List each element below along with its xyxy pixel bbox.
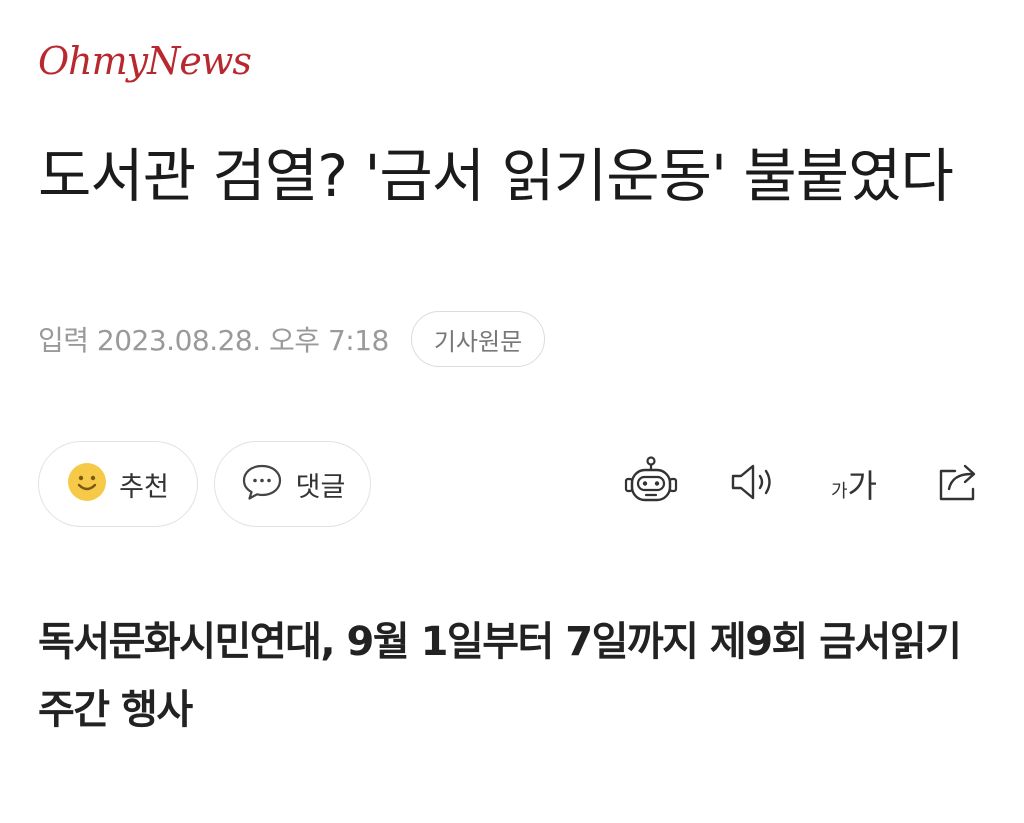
ohmynews-logo[interactable]: OhmyNews [38,42,252,80]
listen-button[interactable] [724,456,780,512]
share-button[interactable] [930,456,988,512]
speaker-icon [727,460,777,508]
comment-label: 댓글 [295,471,346,503]
comment-button[interactable]: 댓글 [214,441,371,527]
font-size-large-glyph: 가 [847,467,877,505]
font-size-small-glyph: 가 [830,481,848,502]
article-headline: 도서관 검열? '금서 읽기운동' 불붙였다 [38,142,954,210]
original-article-label: 기사원문 [433,327,523,356]
robot-icon [622,455,680,513]
published-timestamp: 입력 2023.08.28. 오후 7:18 [38,324,389,357]
speech-bubble-icon [240,462,284,506]
font-size-button[interactable]: 가가 [822,456,886,512]
original-article-button[interactable]: 기사원문 [410,311,546,367]
recommend-button[interactable]: 추천 [38,441,198,527]
article-meta: 입력 2023.08.28. 오후 7:18 기사원문 [38,311,546,367]
font-size-icon: 가가 [831,461,877,507]
share-icon [933,459,985,509]
ai-summary-button[interactable] [620,456,682,512]
smiley-icon [67,462,107,506]
recommend-label: 추천 [119,471,169,503]
article-subheadline: 독서문화시민연대, 9월 1일부터 7일까지 제9회 금서읽기주간 행사 [38,619,962,733]
